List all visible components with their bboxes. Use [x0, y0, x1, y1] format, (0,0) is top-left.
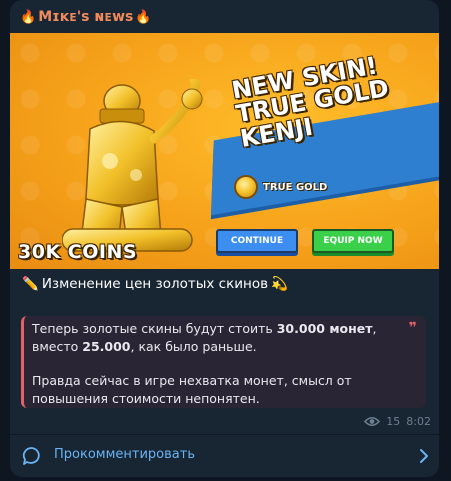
message-bubble: 🔥 Mɪᴋᴇ's ɴᴇᴡs 🔥 NEW SKIN! TRUE GOLD KENJ… [10, 0, 439, 477]
post-title-text: Изменение цен золотых скинов [41, 276, 269, 292]
channel-name[interactable]: 🔥 Mɪᴋᴇ's ɴᴇᴡs 🔥 [20, 7, 152, 27]
views-count: 15 [386, 415, 401, 428]
pencil-icon: ✏️ [22, 276, 39, 292]
chevron-right-icon [420, 449, 428, 463]
true-gold-badge: TRUE GOLD [234, 175, 327, 199]
quote-block: ❞ Теперь золотые скины будут стоить 30.0… [21, 316, 426, 408]
quote-paragraph-2: Правда сейчас в игре нехватка монет, смы… [32, 373, 352, 406]
quote-paragraph-1: Теперь золотые скины будут стоить 30.000… [32, 321, 377, 354]
sparkle-icon: 💫 [271, 276, 288, 292]
continue-button: CONTINUE [216, 229, 298, 253]
quote-bold-old-price: 25.000 [82, 338, 131, 354]
gold-kenji-character [62, 79, 203, 252]
channel-name-label: Mɪᴋᴇ's ɴᴇᴡs [38, 9, 134, 25]
fire-icon: 🔥 [135, 9, 152, 25]
gold-coin-icon [234, 175, 258, 199]
true-gold-label: TRUE GOLD [263, 181, 328, 193]
equip-now-button: EQUIP NOW [312, 229, 394, 253]
comment-icon [22, 447, 40, 465]
comments-button[interactable]: Прокомментировать [10, 435, 439, 477]
coins-price: 30K COINS [18, 241, 138, 263]
quote-mark-icon: ❞ [408, 320, 417, 336]
message-meta: 15 8:02 [364, 415, 431, 428]
message-time: 8:02 [406, 415, 431, 428]
eye-icon [364, 416, 381, 427]
fire-icon: 🔥 [20, 9, 37, 25]
quote-bold-price: 30.000 монет [276, 321, 373, 336]
post-image[interactable]: NEW SKIN! TRUE GOLD KENJI TRUE GOLD 30K … [10, 33, 439, 269]
post-title: ✏️ Изменение цен золотых скинов 💫 [22, 276, 288, 292]
comments-label: Прокомментировать [54, 447, 195, 462]
